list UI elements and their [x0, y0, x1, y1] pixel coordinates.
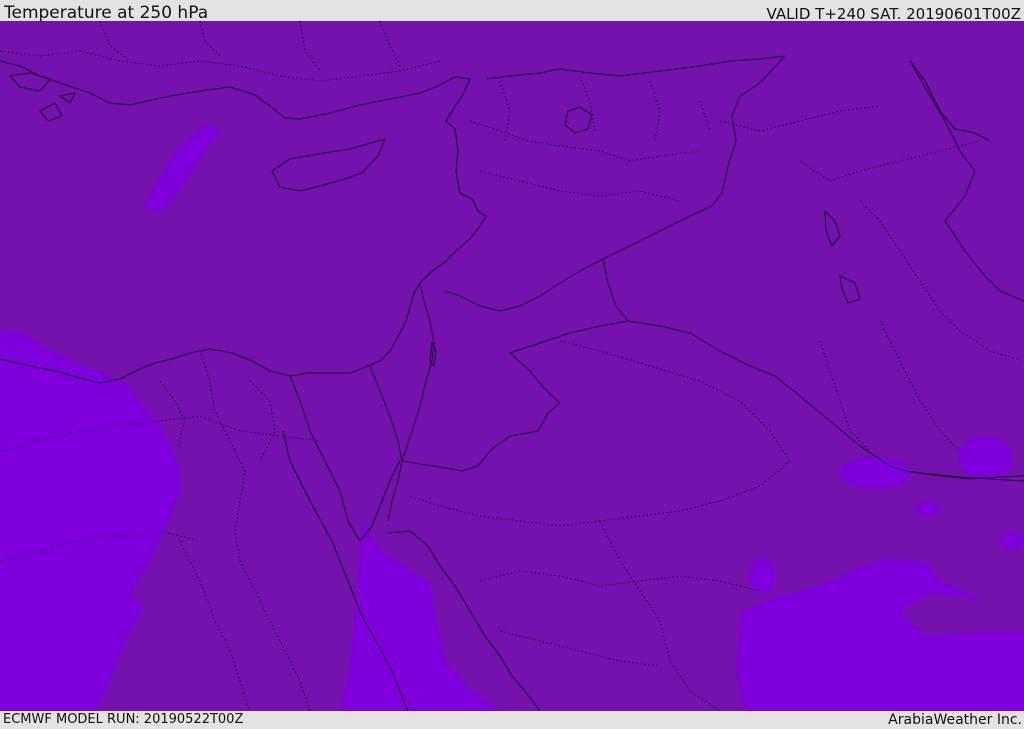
warm-spot-gulf [840, 457, 910, 489]
temperature-map [0, 21, 1024, 711]
credit-label: ArabiaWeather Inc. [888, 712, 1022, 728]
map-canvas[interactable] [0, 21, 1024, 711]
header-bar: Temperature at 250 hPa VALID T+240 SAT. … [0, 0, 1024, 23]
footer-bar: ECMWF MODEL RUN: 20190522T00Z ArabiaWeat… [0, 711, 1024, 729]
warm-spot-east [958, 436, 1012, 480]
model-run-label: ECMWF MODEL RUN: 20190522T00Z [3, 712, 244, 727]
warm-spot-small-1 [915, 502, 939, 516]
warm-spot-small-2 [1000, 532, 1024, 550]
map-title: Temperature at 250 hPa [4, 3, 209, 23]
warm-spot-small-3 [749, 558, 775, 594]
